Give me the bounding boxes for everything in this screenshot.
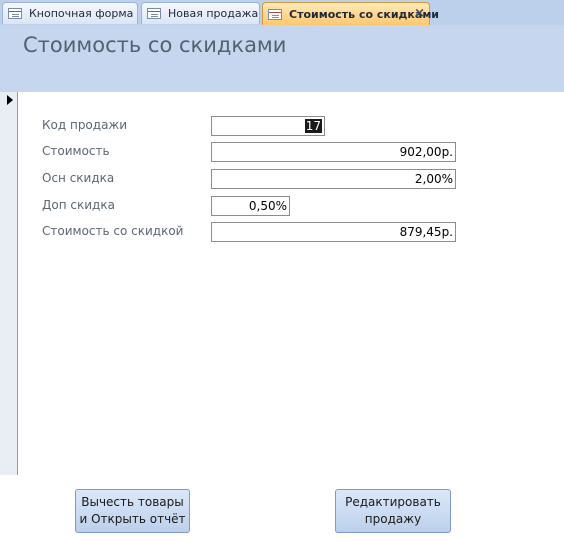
label-stoimost-so-skidkoy: Стоимость со скидкой	[42, 224, 184, 238]
tab-novaya-prodazha[interactable]: Новая продажа	[141, 2, 260, 24]
form-icon	[147, 8, 161, 19]
record-selector[interactable]	[0, 92, 18, 475]
form-title: Стоимость со скидками	[23, 33, 287, 57]
deduct-goods-open-report-button[interactable]: Вычесть товары и Открыть отчёт	[75, 489, 190, 533]
sale-id-field[interactable]: 17	[211, 116, 325, 136]
edit-sale-button[interactable]: Редактировать продажу	[335, 489, 451, 533]
form-header: Стоимость со скидками	[0, 25, 564, 92]
sale-id-value: 17	[304, 119, 322, 133]
label-kod-prodazhi: Код продажи	[42, 118, 128, 132]
main-discount-field[interactable]: 2,00%	[211, 169, 456, 189]
current-record-arrow-icon	[7, 95, 13, 105]
discounted-cost-field[interactable]: 879,45р.	[211, 222, 456, 242]
extra-discount-field[interactable]: 0,50%	[211, 196, 290, 216]
form-icon	[8, 8, 22, 19]
label-osn-skidka: Осн скидка	[42, 171, 115, 185]
document-tab-strip: Кнопочная форма Новая продажа Стоимость …	[0, 0, 564, 26]
cost-field[interactable]: 902,00р.	[211, 142, 456, 162]
form-icon	[268, 9, 282, 20]
label-stoimost: Стоимость	[42, 144, 110, 158]
label-dop-skidka: Доп скидка	[42, 198, 115, 212]
tab-label: Кнопочная форма	[29, 7, 134, 20]
tab-label: Новая продажа	[168, 7, 259, 20]
close-tab-icon[interactable]: ×	[414, 6, 425, 21]
tab-knopochnaya-forma[interactable]: Кнопочная форма	[2, 2, 138, 24]
tab-stoimost-so-skidkami[interactable]: Стоимость со скидками ×	[262, 2, 439, 26]
